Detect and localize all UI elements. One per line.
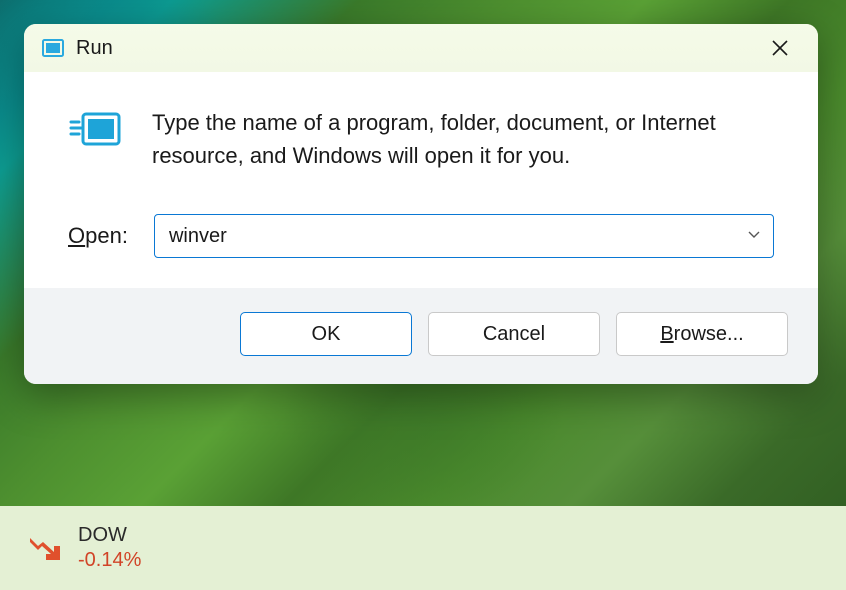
dialog-title: Run: [76, 37, 113, 60]
stock-name: DOW: [78, 523, 141, 548]
open-input[interactable]: [169, 225, 733, 248]
dialog-description: Type the name of a program, folder, docu…: [152, 106, 774, 172]
titlebar: Run: [24, 24, 818, 72]
stock-widget[interactable]: DOW -0.14%: [28, 523, 141, 573]
ok-button[interactable]: OK: [240, 312, 412, 356]
taskbar: DOW -0.14%: [0, 506, 846, 590]
stock-change: -0.14%: [78, 548, 141, 573]
close-button[interactable]: [758, 28, 802, 68]
cancel-button[interactable]: Cancel: [428, 312, 600, 356]
open-label: Open:: [68, 223, 128, 249]
run-dialog: Run Type the name of a program, fo: [24, 24, 818, 384]
button-bar: OK Cancel Browse...: [24, 288, 818, 384]
stock-down-icon: [28, 531, 62, 565]
run-icon: [68, 106, 124, 152]
dialog-body: Type the name of a program, folder, docu…: [24, 72, 818, 288]
browse-button[interactable]: Browse...: [616, 312, 788, 356]
run-app-icon: [42, 37, 64, 59]
close-icon: [771, 39, 789, 57]
open-combobox[interactable]: [154, 214, 774, 258]
desktop-background: Run Type the name of a program, fo: [0, 0, 846, 590]
chevron-down-icon[interactable]: [747, 227, 761, 245]
